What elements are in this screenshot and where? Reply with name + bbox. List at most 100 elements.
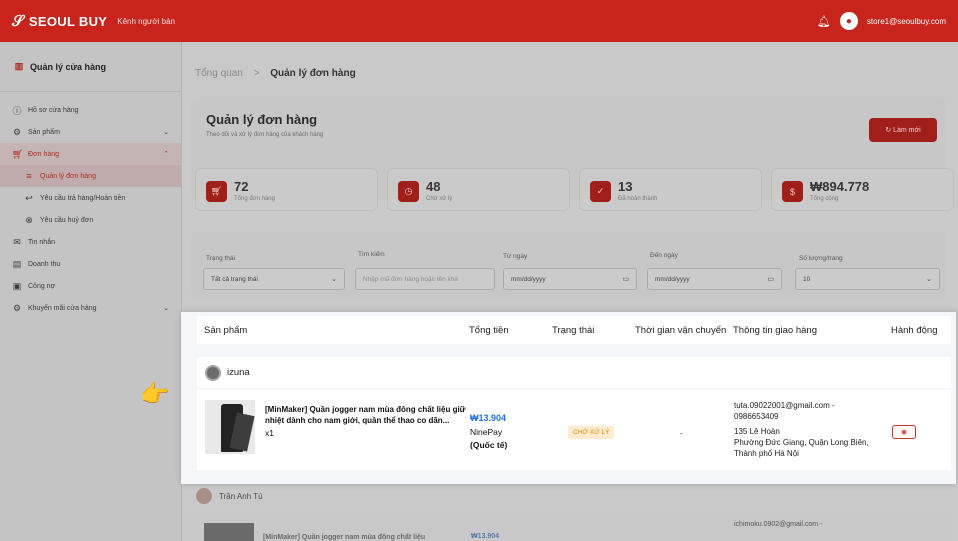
address-street: 135 Lê Hoàn bbox=[734, 427, 780, 436]
orders-table-panel: Sản phẩm Tổng tiền Trạng thái Thời gian … bbox=[181, 312, 956, 484]
view-order-button[interactable]: ◉ bbox=[892, 425, 916, 439]
cart-icon: 🛒︎ bbox=[206, 181, 227, 202]
stat-value: 72 bbox=[234, 179, 249, 194]
brand-tagline: Kênh người bán bbox=[117, 16, 175, 26]
sidebar-item-promotions[interactable]: ⚙ Khuyến mãi cửa hàng ⌄ bbox=[0, 297, 181, 319]
cart-icon: 🛒︎ bbox=[12, 148, 24, 159]
breadcrumb: Tổng quan > Quản lý đơn hàng bbox=[195, 68, 356, 79]
bell-icon[interactable]: 🔔︎ bbox=[817, 15, 831, 28]
user-avatar[interactable]: ● bbox=[839, 12, 858, 30]
sidebar-subitem-cancellations[interactable]: ⊗ Yêu cầu huỷ đơn bbox=[0, 209, 181, 231]
sidebar-item-label: Yêu cầu trả hàng/Hoàn tiền bbox=[40, 194, 126, 202]
table-row: [MinMaker] Quần jogger nam mùa đông chất… bbox=[197, 390, 951, 470]
sidebar-subitem-order-management[interactable]: ≡ Quản lý đơn hàng bbox=[0, 165, 181, 187]
customer-email: tuta.09022001@gmail.com - bbox=[734, 401, 835, 410]
to-date-input[interactable]: mm/dd/yyyy ▭ bbox=[647, 268, 782, 290]
clock-icon: ◷ bbox=[398, 181, 419, 202]
product-image[interactable] bbox=[204, 523, 254, 541]
customer-phone: 0986653409 bbox=[734, 412, 779, 421]
chevron-up-icon: ⌃ bbox=[163, 151, 169, 158]
from-date-input[interactable]: mm/dd/yyyy ▭ bbox=[503, 268, 637, 290]
page-subtitle: Theo dõi và xử lý đơn hàng của khách hàn… bbox=[206, 132, 324, 138]
sidebar-item-label: Sản phẩm bbox=[28, 128, 60, 136]
chevron-down-icon: ⌄ bbox=[163, 129, 169, 136]
sidebar-item-products[interactable]: ⚙ Sản phẩm ⌄ bbox=[0, 121, 181, 143]
sidebar-item-label: Khuyến mãi cửa hàng bbox=[28, 304, 97, 312]
sidebar-item-revenue[interactable]: ▤ Doanh thu bbox=[0, 253, 181, 275]
check-icon: ✓ bbox=[590, 181, 611, 202]
from-date-value: mm/dd/yyyy bbox=[511, 275, 546, 283]
column-header: Sản phẩm bbox=[204, 325, 248, 336]
stat-card-total-orders: 🛒︎ 72 Tổng đơn hàng bbox=[195, 168, 378, 211]
to-date-value: mm/dd/yyyy bbox=[655, 275, 690, 283]
product-name[interactable]: [MinMaker] Quần jogger nam mùa đông chất… bbox=[265, 404, 475, 426]
breadcrumb-separator: > bbox=[253, 68, 260, 79]
address-area: Phường Đức Giang, Quận Long Biên, bbox=[734, 438, 869, 447]
sidebar-item-label: Hồ sơ cửa hàng bbox=[28, 106, 79, 114]
refresh-button[interactable]: ↻ Làm mới bbox=[869, 118, 937, 142]
breadcrumb-home[interactable]: Tổng quan bbox=[195, 68, 243, 79]
gear-icon: ⚙ bbox=[12, 302, 22, 313]
sidebar-item-debt[interactable]: ▣ Công nợ bbox=[0, 275, 181, 297]
sidebar-item-store-profile[interactable]: ⓘ Hồ sơ cửa hàng bbox=[0, 99, 181, 121]
per-page-label: Số lượng/trang bbox=[799, 255, 843, 262]
column-header: Hành động bbox=[891, 325, 938, 336]
from-date-label: Từ ngày bbox=[503, 253, 528, 260]
return-icon: ↩ bbox=[25, 192, 33, 203]
stat-value: ₩894.778 bbox=[810, 179, 870, 194]
sidebar-item-label: Công nợ bbox=[28, 282, 56, 290]
pointing-hand-icon: 👉 bbox=[140, 381, 170, 408]
status-filter-select[interactable]: Tất cả trạng thái ⌄ bbox=[203, 268, 345, 290]
sidebar-subitem-returns[interactable]: ↩ Yêu cầu trả hàng/Hoàn tiền bbox=[0, 187, 181, 209]
customer-email: ichimoku.0902@gmail.com - bbox=[734, 521, 823, 528]
store-icon: ▥ bbox=[14, 61, 24, 71]
debt-icon: ▣ bbox=[12, 280, 22, 291]
shop-avatar bbox=[196, 488, 212, 504]
user-email[interactable]: store1@seoulbuy.com bbox=[867, 17, 946, 26]
cancel-icon: ⊗ bbox=[25, 214, 33, 225]
shop-avatar bbox=[205, 364, 221, 381]
stat-label: Tổng đơn hàng bbox=[234, 196, 275, 202]
stat-card-total-amount: $ ₩894.778 Tổng cộng bbox=[771, 168, 954, 211]
sidebar-item-label: Quản lý đơn hàng bbox=[40, 172, 96, 180]
product-image[interactable] bbox=[205, 400, 255, 454]
sidebar-item-orders[interactable]: 🛒︎ Đơn hàng ⌃ bbox=[0, 143, 181, 165]
shop-name[interactable]: izuna bbox=[227, 367, 250, 378]
brand-name: SEOUL BUY bbox=[28, 13, 108, 29]
chevron-down-icon: ⌄ bbox=[926, 276, 932, 283]
column-header: Tổng tiền bbox=[469, 325, 509, 336]
per-page-select[interactable]: 10 ⌄ bbox=[795, 268, 940, 290]
sidebar-item-messages[interactable]: ✉ Tin nhắn bbox=[0, 231, 181, 253]
stat-card-pending: ◷ 48 Chờ xử lý bbox=[387, 168, 570, 211]
stat-label: Đã hoàn thành bbox=[618, 196, 658, 202]
column-header: Thông tin giao hàng bbox=[733, 325, 817, 336]
calendar-icon[interactable]: ▭ bbox=[622, 275, 629, 283]
eye-icon: ◉ bbox=[900, 429, 908, 436]
stat-label: Tổng cộng bbox=[810, 196, 839, 202]
status-filter-label: Trạng thái bbox=[206, 255, 236, 262]
column-header: Trạng thái bbox=[552, 325, 595, 336]
calendar-icon[interactable]: ▭ bbox=[767, 275, 774, 283]
product-name[interactable]: [MinMaker] Quần jogger nam mùa đông chất… bbox=[263, 534, 425, 541]
brand-logo[interactable]: 𝒮 SEOUL BUY bbox=[12, 13, 107, 30]
page-title: Quản lý đơn hàng bbox=[206, 112, 318, 127]
chart-icon: ▤ bbox=[12, 258, 22, 269]
search-input[interactable]: Nhập mã đơn hàng hoặc tên khá bbox=[355, 268, 495, 290]
logo-mark-icon: 𝒮 bbox=[12, 12, 24, 30]
shop-row: izuna bbox=[197, 357, 951, 388]
shop-row-next: Trần Anh Tú bbox=[196, 488, 263, 504]
order-total: ₩13.904 bbox=[470, 413, 507, 423]
sidebar-item-label: Đơn hàng bbox=[28, 150, 60, 158]
sidebar-item-label: Yêu cầu huỷ đơn bbox=[40, 216, 94, 224]
payment-method: NinePay bbox=[470, 427, 503, 437]
shop-name[interactable]: Trần Anh Tú bbox=[219, 492, 263, 501]
dollar-icon: $ bbox=[782, 181, 803, 202]
status-badge: CHỜ XỬ LÝ bbox=[568, 426, 615, 439]
payment-type: (Quốc tế) bbox=[470, 440, 508, 450]
product-quantity: x1 bbox=[265, 428, 274, 438]
sidebar-item-label: Doanh thu bbox=[28, 260, 61, 268]
sidebar-header: ▥ Quản lý cửa hàng bbox=[0, 42, 181, 92]
chevron-down-icon: ⌄ bbox=[163, 305, 169, 312]
status-filter-value: Tất cả trạng thái bbox=[211, 275, 258, 283]
sidebar: ▥ Quản lý cửa hàng ⓘ Hồ sơ cửa hàng ⚙ Sả… bbox=[0, 42, 182, 541]
